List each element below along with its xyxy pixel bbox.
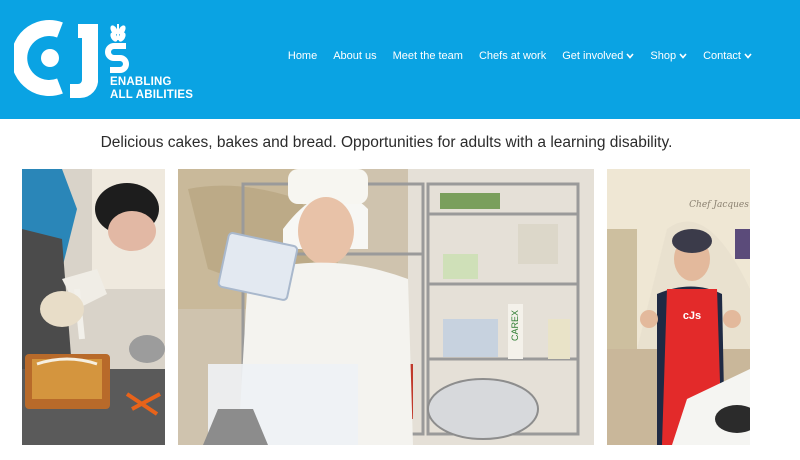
nav-get-involved-label: Get involved: [562, 50, 624, 62]
nav-about-us[interactable]: About us: [333, 50, 376, 62]
logo-tagline-line1: ENABLING: [110, 76, 172, 88]
nav-contact[interactable]: Contact: [703, 50, 752, 62]
hero-tagline: Delicious cakes, bakes and bread. Opport…: [100, 134, 673, 151]
shelf-product-label: CAREX: [510, 310, 520, 341]
chevron-down-icon: [679, 53, 687, 59]
nav-chefs-at-work[interactable]: Chefs at work: [479, 50, 546, 62]
nav-get-involved[interactable]: Get involved: [562, 50, 634, 62]
cjs-logo[interactable]: ENABLING ALL ABILITIES: [14, 16, 193, 110]
nav-meet-the-team[interactable]: Meet the team: [393, 50, 463, 62]
nav-about-us-label: About us: [333, 50, 377, 62]
chevron-down-icon: [626, 53, 634, 59]
photo-piping-cake: [22, 169, 165, 445]
nav-home-label: Home: [287, 50, 318, 62]
chevron-down-icon: [744, 53, 752, 59]
logo-tagline-line2: ALL ABILITIES: [110, 89, 194, 101]
site-header: ENABLING ALL ABILITIES Home About us Mee…: [0, 0, 800, 119]
nav-chefs-at-work-label: Chefs at work: [478, 50, 547, 62]
photo-thumbs-up: cJs Chef Jacques: [607, 169, 750, 445]
main-nav: Home About us Meet the team Chefs at wor…: [288, 50, 752, 62]
nav-meet-the-team-label: Meet the team: [392, 50, 463, 62]
apron-logo-text: cJs: [683, 310, 701, 322]
nav-home[interactable]: Home: [288, 50, 317, 62]
photo-chef-in-kitchen: CAREX: [178, 169, 594, 445]
logo-tagline: ENABLING ALL ABILITIES: [110, 76, 193, 102]
nav-contact-label: Contact: [703, 50, 741, 62]
wall-signage-text: Chef Jacques: [689, 200, 749, 210]
nav-shop-label: Shop: [650, 50, 677, 62]
nav-shop[interactable]: Shop: [650, 50, 687, 62]
